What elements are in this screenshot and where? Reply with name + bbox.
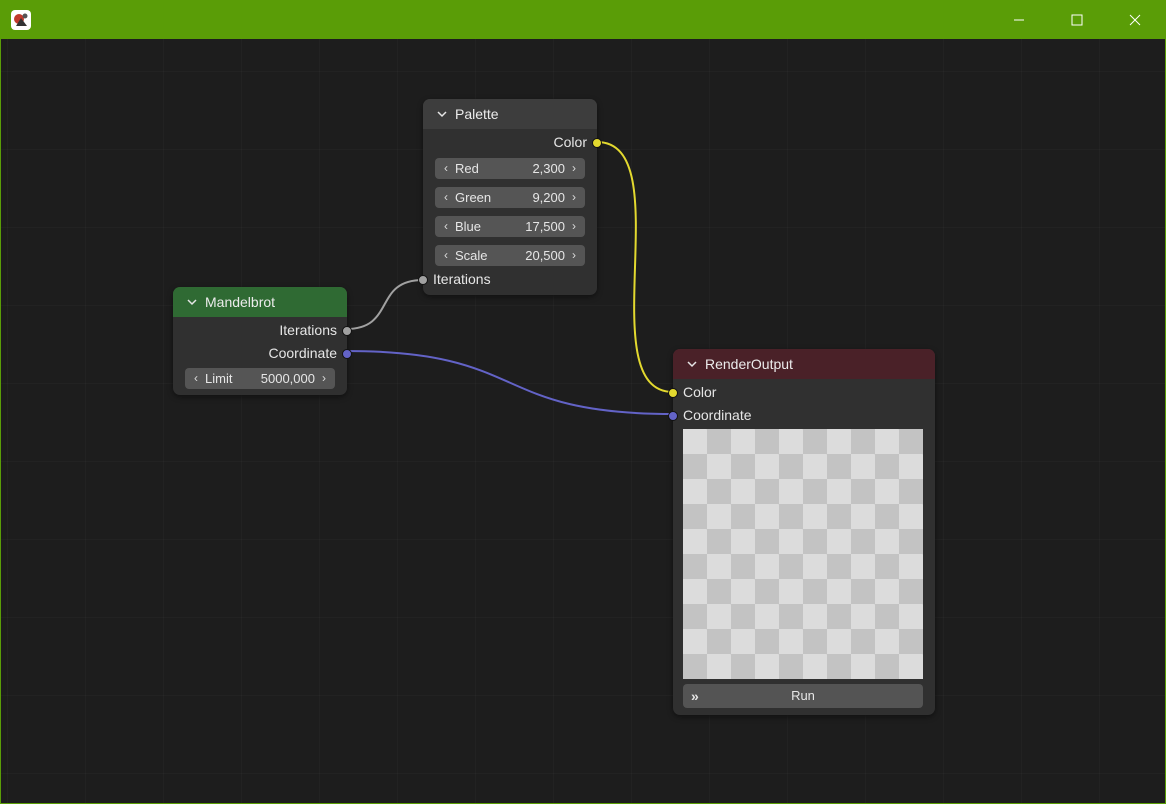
node-header[interactable]: RenderOutput — [673, 349, 935, 379]
link-coordinate — [345, 350, 674, 415]
increment-arrow-icon[interactable]: › — [569, 245, 579, 266]
node-render-output[interactable]: RenderOutput Color Coordinate » Run — [668, 349, 935, 715]
output-coordinate: Coordinate — [173, 342, 352, 365]
titlebar[interactable] — [0, 0, 1166, 39]
app-logo-icon — [10, 9, 32, 31]
field-label: Green — [455, 190, 492, 205]
output-socket[interactable] — [342, 349, 352, 359]
field-label: Red — [455, 161, 479, 176]
field-value: 2,300 — [532, 161, 565, 176]
node-title: Mandelbrot — [205, 294, 276, 310]
node-mandelbrot[interactable]: Mandelbrot Iterations Coordinate ‹ Limit… — [173, 287, 352, 395]
increment-arrow-icon[interactable]: › — [319, 368, 329, 389]
node-palette[interactable]: Palette Color ‹ Red 2,300 › ‹ Green 9,20… — [418, 99, 602, 295]
output-socket[interactable] — [592, 138, 602, 148]
fast-forward-icon: » — [691, 688, 699, 704]
close-icon — [1129, 14, 1141, 26]
socket-label: Coordinate — [683, 407, 752, 423]
field-label: Blue — [455, 219, 482, 234]
red-field[interactable]: ‹ Red 2,300 › — [435, 158, 585, 179]
minimize-button[interactable] — [990, 0, 1048, 39]
node-editor-canvas[interactable]: Mandelbrot Iterations Coordinate ‹ Limit… — [1, 39, 1165, 803]
field-label: Scale — [455, 248, 488, 263]
limit-field[interactable]: ‹ Limit 5000,000 › — [185, 368, 335, 389]
socket-label: Iterations — [433, 271, 491, 287]
decrement-arrow-icon[interactable]: ‹ — [441, 158, 451, 179]
input-iterations: Iterations — [418, 268, 597, 291]
decrement-arrow-icon[interactable]: ‹ — [441, 216, 451, 237]
node-header[interactable]: Palette — [423, 99, 597, 129]
node-title: RenderOutput — [705, 356, 793, 372]
increment-arrow-icon[interactable]: › — [569, 216, 579, 237]
run-button[interactable]: » Run — [683, 684, 923, 708]
field-value: 9,200 — [532, 190, 565, 205]
node-header[interactable]: Mandelbrot — [173, 287, 347, 317]
decrement-arrow-icon[interactable]: ‹ — [441, 245, 451, 266]
run-label: Run — [791, 688, 815, 703]
socket-label: Color — [683, 384, 717, 400]
chevron-down-icon[interactable] — [435, 107, 449, 121]
maximize-icon — [1071, 14, 1083, 26]
field-value: 5000,000 — [260, 371, 315, 386]
chevron-down-icon[interactable] — [685, 357, 699, 371]
node-title: Palette — [455, 106, 499, 122]
socket-label: Color — [553, 134, 587, 150]
input-socket[interactable] — [418, 275, 428, 285]
field-value: 20,500 — [525, 248, 565, 263]
decrement-arrow-icon[interactable]: ‹ — [441, 187, 451, 208]
link-iterations — [345, 279, 424, 330]
increment-arrow-icon[interactable]: › — [569, 158, 579, 179]
maximize-button[interactable] — [1048, 0, 1106, 39]
socket-label: Iterations — [279, 322, 337, 338]
input-socket[interactable] — [668, 411, 678, 421]
scale-field[interactable]: ‹ Scale 20,500 › — [435, 245, 585, 266]
output-color: Color — [423, 131, 602, 154]
input-color: Color — [668, 381, 935, 404]
input-socket[interactable] — [668, 388, 678, 398]
field-value: 17,500 — [525, 219, 565, 234]
output-socket[interactable] — [342, 326, 352, 336]
render-preview — [683, 429, 923, 679]
minimize-icon — [1013, 14, 1025, 26]
blue-field[interactable]: ‹ Blue 17,500 › — [435, 216, 585, 237]
green-field[interactable]: ‹ Green 9,200 › — [435, 187, 585, 208]
output-iterations: Iterations — [173, 319, 352, 342]
chevron-down-icon[interactable] — [185, 295, 199, 309]
link-color — [596, 141, 674, 393]
close-button[interactable] — [1106, 0, 1164, 39]
increment-arrow-icon[interactable]: › — [569, 187, 579, 208]
field-label: Limit — [205, 371, 233, 386]
decrement-arrow-icon[interactable]: ‹ — [191, 368, 201, 389]
app-window: Mandelbrot Iterations Coordinate ‹ Limit… — [0, 0, 1166, 804]
input-coordinate: Coordinate — [668, 404, 935, 427]
socket-label: Coordinate — [268, 345, 338, 361]
